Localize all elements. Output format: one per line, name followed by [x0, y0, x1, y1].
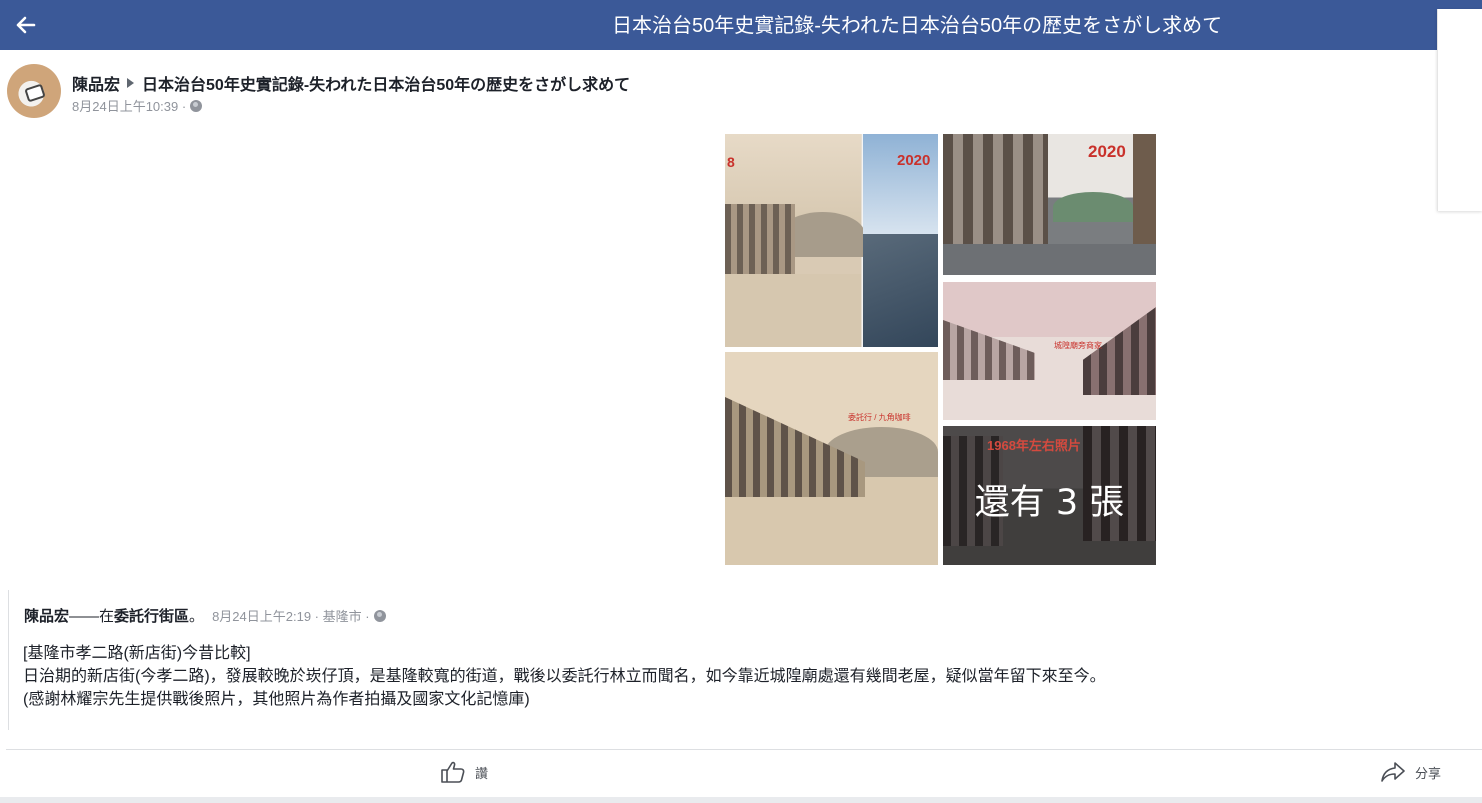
photo-3[interactable]: 城隍廟旁商家 — [943, 282, 1156, 420]
photo-label: 8 — [727, 154, 735, 170]
shared-post-header: 陳品宏 ——在 委託行街區 。 8月24日上午2:19 · 基隆市 · — [24, 605, 386, 626]
share-arrow-icon — [1381, 762, 1405, 782]
shared-connector: ——在 — [69, 608, 115, 625]
post-text-line: 日治期的新店街(今孝二路)，發展較晚於崁仔頂，是基隆較寬的街道，戰後以委託行林立… — [23, 668, 1106, 685]
photo-label: 2020 — [1088, 142, 1126, 161]
author-name[interactable]: 陳品宏 — [72, 71, 120, 95]
divider — [6, 749, 1482, 750]
post-text: [基隆市孝二路(新店街)今昔比較] 日治期的新店街(今孝二路)，發展較晚於崁仔頂… — [23, 642, 1106, 711]
photo-1[interactable]: 8 2020 — [725, 134, 938, 347]
page-title: 日本治台50年史實記錄-失われた日本治台50年の歴史をさがし求めて — [612, 15, 1223, 37]
share-label: 分享 — [1415, 765, 1442, 781]
top-bar: 日本治台50年史實記錄-失われた日本治台50年の歴史をさがし求めて — [0, 0, 1482, 50]
globe-icon — [190, 99, 203, 112]
photo-label: 2020 — [897, 152, 931, 169]
photo-label: 1968年左右照片 — [987, 438, 1081, 453]
back-button[interactable] — [8, 8, 42, 42]
bottom-bar — [0, 797, 1482, 803]
photo-2[interactable]: 2020 — [943, 134, 1156, 275]
like-button[interactable]: 讚 — [440, 760, 488, 784]
shared-period: 。 — [189, 608, 205, 625]
shared-author-name[interactable]: 陳品宏 — [24, 605, 69, 626]
post-meta: 8月24日上午10:39 · — [72, 96, 203, 115]
shared-timestamp[interactable]: 8月24日上午2:19 · 基隆市 · — [212, 606, 370, 625]
share-button[interactable]: 分享 — [1380, 760, 1441, 784]
post-text-line: (感謝林耀宗先生提供戰後照片，其他照片為作者拍攝及國家文化記憶庫) — [23, 691, 530, 708]
avatar[interactable] — [7, 64, 61, 118]
shared-post: 陳品宏 ——在 委託行街區 。 8月24日上午2:19 · 基隆市 · [基隆市… — [8, 590, 1478, 730]
avatar-image — [24, 83, 46, 103]
thumbs-up-icon — [441, 761, 465, 783]
photo-label: 委託行 / 九角咖啡 — [848, 413, 911, 422]
caret-right-icon — [127, 78, 135, 88]
more-photos-label: 還有 3 張 — [974, 483, 1125, 523]
shared-meta: 8月24日上午2:19 · 基隆市 · — [212, 606, 386, 625]
post-header: 陳品宏 日本治台50年史實記錄-失われた日本治台50年の歴史をさがし求めて — [72, 71, 630, 95]
photo-5-more[interactable]: 1968年左右照片 還有 3 張 — [943, 426, 1156, 565]
like-label: 讚 — [475, 765, 489, 781]
globe-icon — [373, 609, 386, 622]
shared-location[interactable]: 委託行街區 — [114, 605, 189, 626]
photo-4[interactable]: 委託行 / 九角咖啡 — [725, 352, 938, 565]
post-timestamp[interactable]: 8月24日上午10:39 · — [72, 96, 186, 115]
post-text-line: [基隆市孝二路(新店街)今昔比較] — [23, 645, 251, 662]
photo-label: 城隍廟旁商家 — [1054, 341, 1102, 350]
arrow-left-icon — [16, 16, 36, 34]
group-name[interactable]: 日本治台50年史實記錄-失われた日本治台50年の歴史をさがし求めて — [142, 71, 630, 95]
side-panel — [1437, 9, 1482, 211]
